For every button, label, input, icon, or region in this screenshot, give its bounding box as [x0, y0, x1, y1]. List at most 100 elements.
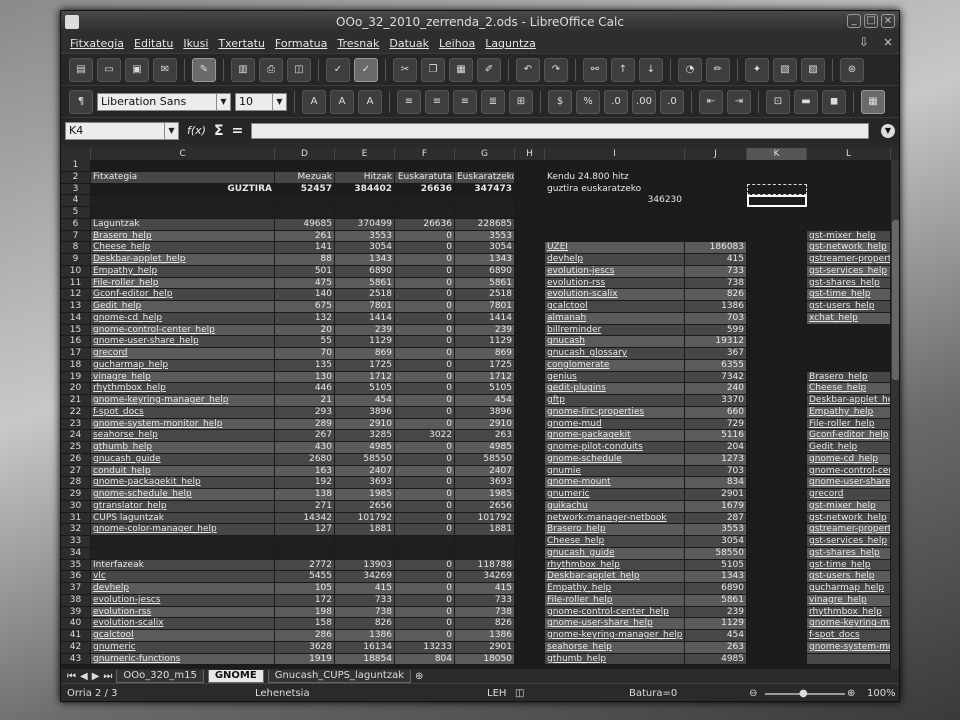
cell-e1[interactable] — [335, 160, 395, 172]
col-header-h[interactable]: H — [515, 148, 545, 160]
merge-cells-icon[interactable]: ⊞ — [509, 89, 533, 114]
cell-k21[interactable] — [747, 395, 807, 407]
cell-c36[interactable]: vlc — [91, 571, 275, 583]
cell-i32[interactable]: Brasero_help — [545, 524, 685, 536]
navigator-icon[interactable]: ✦ — [745, 57, 769, 82]
cell-h25[interactable] — [515, 442, 545, 454]
cell-d10[interactable]: 501 — [275, 265, 335, 278]
cell-e14[interactable]: 1414 — [335, 312, 395, 325]
cell-j1[interactable] — [685, 160, 747, 172]
cell-k28[interactable] — [747, 477, 807, 489]
cell-g11[interactable]: 5861 — [455, 277, 515, 290]
cell-f11[interactable]: 0 — [395, 277, 455, 290]
menu-window[interactable]: Leihoa — [434, 37, 480, 50]
add-sheet-icon[interactable]: ⊕ — [415, 671, 423, 682]
row-header[interactable]: 27 — [61, 465, 91, 478]
cell-l37[interactable]: gucharmap_help — [807, 583, 891, 595]
cell-h2[interactable] — [515, 171, 545, 184]
italic-icon[interactable]: A — [330, 89, 354, 114]
cell-f41[interactable]: 0 — [395, 630, 455, 642]
cell-d27[interactable]: 163 — [275, 465, 335, 478]
row-header[interactable]: 16 — [61, 336, 91, 348]
cell-d37[interactable]: 105 — [275, 583, 335, 595]
cell-k38[interactable] — [747, 594, 807, 607]
cell-g33[interactable] — [455, 536, 515, 548]
sheet-tab-active[interactable]: GNOME — [207, 669, 264, 683]
cell-j6[interactable] — [685, 218, 747, 231]
row-header[interactable]: 17 — [61, 348, 91, 360]
cell-e39[interactable]: 738 — [335, 606, 395, 619]
cell-j13[interactable]: 1386 — [685, 301, 747, 313]
zoom-out-icon[interactable]: ⊖ — [749, 688, 757, 699]
cell-h23[interactable] — [515, 418, 545, 431]
cell-f26[interactable]: 0 — [395, 453, 455, 466]
cell-h31[interactable] — [515, 512, 545, 525]
cell-c37[interactable]: devhelp — [91, 583, 275, 595]
cell-j14[interactable]: 703 — [685, 312, 747, 325]
email-icon[interactable]: ✉ — [153, 57, 177, 82]
cell-c34[interactable] — [91, 547, 275, 560]
cell-h24[interactable] — [515, 430, 545, 442]
paste-icon[interactable]: ▦ — [449, 57, 473, 82]
cell-k17[interactable] — [747, 348, 807, 360]
menu-file[interactable]: Fitxategia — [65, 37, 129, 50]
cell-e40[interactable]: 826 — [335, 618, 395, 630]
cell-g20[interactable]: 5105 — [455, 383, 515, 395]
cell-k7[interactable] — [747, 230, 807, 243]
cell-k36[interactable] — [747, 571, 807, 583]
cell-f40[interactable]: 0 — [395, 618, 455, 630]
cell-l6[interactable] — [807, 218, 891, 231]
cell-h26[interactable] — [515, 453, 545, 466]
cell-j38[interactable]: 5861 — [685, 594, 747, 607]
cell-i22[interactable]: gnome-lirc-properties — [545, 406, 685, 419]
cell-c20[interactable]: rhythmbox_help — [91, 383, 275, 395]
cell-c41[interactable]: gcalctool — [91, 630, 275, 642]
edit-mode-icon[interactable]: ✎ — [192, 57, 216, 82]
cell-j39[interactable]: 239 — [685, 606, 747, 619]
datasources-icon[interactable]: ▨ — [801, 57, 825, 82]
chevron-down-icon[interactable]: ▼ — [164, 122, 178, 139]
redo-icon[interactable]: ↷ — [544, 57, 568, 82]
row-header[interactable]: 19 — [61, 371, 91, 384]
cell-k6[interactable] — [747, 218, 807, 231]
cell-g22[interactable]: 3896 — [455, 406, 515, 419]
cell-j9[interactable]: 415 — [685, 254, 747, 266]
close-document-icon[interactable]: × — [883, 35, 893, 49]
cell-g40[interactable]: 826 — [455, 618, 515, 630]
chevron-down-icon[interactable]: ▼ — [272, 93, 286, 110]
cell-l9[interactable]: gstreamer-properties_h — [807, 254, 891, 266]
row-header[interactable]: 36 — [61, 571, 91, 583]
cell-l2[interactable] — [807, 171, 891, 184]
cell-e3[interactable]: 384402 — [335, 183, 395, 196]
cell-h10[interactable] — [515, 265, 545, 278]
cell-f39[interactable]: 0 — [395, 606, 455, 619]
col-header-l[interactable]: L — [807, 148, 891, 160]
cell-k26[interactable] — [747, 453, 807, 466]
cell-f36[interactable]: 0 — [395, 571, 455, 583]
cell-i12[interactable]: evolution-scalix — [545, 289, 685, 301]
cell-e43[interactable]: 18854 — [335, 653, 395, 666]
cell-k15[interactable] — [747, 324, 807, 337]
cell-h40[interactable] — [515, 618, 545, 630]
cell-k8[interactable] — [747, 242, 807, 254]
cell-d15[interactable]: 20 — [275, 324, 335, 337]
cell-g25[interactable]: 4985 — [455, 442, 515, 454]
cell-d14[interactable]: 132 — [275, 312, 335, 325]
col-header-j[interactable]: J — [685, 148, 747, 160]
hyperlink-icon[interactable]: ⚯ — [583, 57, 607, 82]
row-header[interactable]: 26 — [61, 453, 91, 466]
cell-i14[interactable]: almanah — [545, 312, 685, 325]
cell-j20[interactable]: 240 — [685, 383, 747, 395]
cell-g4[interactable] — [455, 195, 515, 207]
cell-k16[interactable] — [747, 336, 807, 348]
cell-k14[interactable] — [747, 312, 807, 325]
cell-i36[interactable]: Deskbar-applet_help — [545, 571, 685, 583]
copy-icon[interactable]: ❐ — [421, 57, 445, 82]
row-header[interactable]: 40 — [61, 618, 91, 630]
zoom-in-icon[interactable]: ⊕ — [847, 688, 855, 699]
cell-i8[interactable]: UZEI — [545, 242, 685, 254]
cell-f8[interactable]: 0 — [395, 242, 455, 254]
cell-k23[interactable] — [747, 418, 807, 431]
cell-l40[interactable]: gnome-keyring-manage — [807, 618, 891, 630]
cell-i20[interactable]: gedit-plugins — [545, 383, 685, 395]
